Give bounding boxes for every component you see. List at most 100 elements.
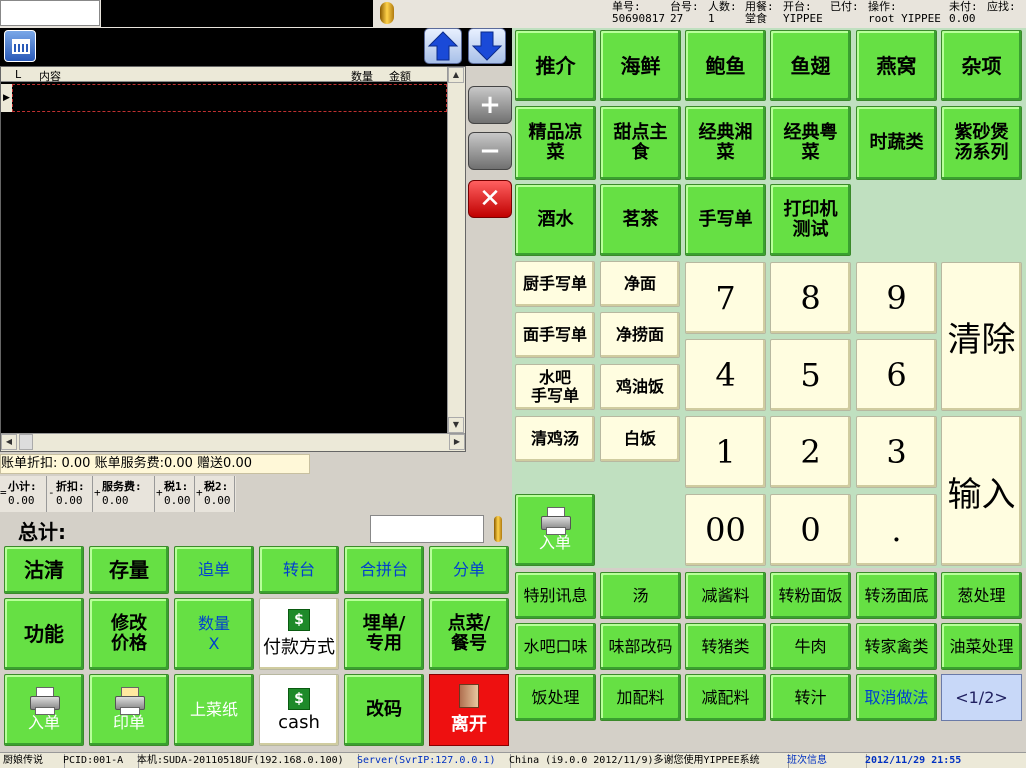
category-button[interactable]: 经典湘菜 xyxy=(685,106,766,180)
scroll-up-arrow-icon[interactable]: ▲ xyxy=(448,67,464,83)
category-button[interactable]: 鲍鱼 xyxy=(685,30,766,101)
print-order-label: 入单 xyxy=(538,533,571,552)
keypad-dot[interactable]: . xyxy=(856,494,937,566)
delete-button[interactable]: ✕ xyxy=(468,180,512,218)
category-button[interactable]: 海鲜 xyxy=(600,30,681,101)
modifier-button[interactable]: 特别讯息 xyxy=(515,572,596,619)
split-bill-button[interactable]: 分单 xyxy=(429,546,509,594)
quick-item-button[interactable]: 净捞面 xyxy=(600,312,680,358)
cash-button[interactable]: $ cash xyxy=(259,674,339,746)
modifier-button[interactable]: 饭处理 xyxy=(515,674,596,721)
discount-box: - 折扣: 0.00 xyxy=(48,476,93,512)
scroll-right-arrow-icon[interactable]: ▶ xyxy=(449,434,465,450)
keypad-5[interactable]: 5 xyxy=(770,339,851,411)
modifier-button[interactable]: 转粉面饭 xyxy=(770,572,851,619)
modifier-button[interactable]: 加配料 xyxy=(600,674,681,721)
transfer-table-button[interactable]: 转台 xyxy=(259,546,339,594)
modifier-button[interactable]: 转汁 xyxy=(770,674,851,721)
quick-item-button[interactable]: 鸡油饭 xyxy=(600,364,680,410)
modifier-button[interactable]: 油菜处理 xyxy=(941,623,1022,670)
keypad-2[interactable]: 2 xyxy=(770,416,851,488)
add-order-button[interactable]: 追单 xyxy=(174,546,254,594)
payment-method-button[interactable]: $ 付款方式 xyxy=(259,598,339,670)
keypad-8[interactable]: 8 xyxy=(770,262,851,334)
leave-button[interactable]: 离开 xyxy=(429,674,509,746)
merge-table-button[interactable]: 合拼台 xyxy=(344,546,424,594)
category-button[interactable]: 杂项 xyxy=(941,30,1022,101)
category-button[interactable]: 燕窝 xyxy=(856,30,937,101)
order-meal-button[interactable]: 点菜/餐号 xyxy=(429,598,509,670)
print-in-button[interactable]: 入单 xyxy=(4,674,84,746)
modifier-button[interactable]: 葱处理 xyxy=(941,572,1022,619)
enter-button[interactable]: 输入 xyxy=(941,416,1022,566)
bury-bill-button[interactable]: 埋单/专用 xyxy=(344,598,424,670)
category-button[interactable]: 推介 xyxy=(515,30,596,101)
table-value: 27 xyxy=(670,12,684,25)
clear-item-button[interactable]: 沽清 xyxy=(4,546,84,594)
quick-item-button[interactable]: 白饭 xyxy=(600,416,680,462)
table-row[interactable] xyxy=(12,84,447,112)
order-items-grid[interactable] xyxy=(0,66,466,452)
scroll-down-button[interactable] xyxy=(468,28,506,64)
modifier-button[interactable]: 水吧口味 xyxy=(515,623,596,670)
order-no-value: 50690817 xyxy=(612,12,665,25)
quick-item-button[interactable]: 厨手写单 xyxy=(515,261,595,307)
scroll-up-button[interactable] xyxy=(424,28,462,64)
minus-button[interactable]: − xyxy=(468,132,512,170)
keypad-4[interactable]: 4 xyxy=(685,339,766,411)
modifier-button[interactable]: 牛肉 xyxy=(770,623,851,670)
category-button[interactable]: 手写单 xyxy=(685,184,766,256)
category-button[interactable]: 甜点主食 xyxy=(600,106,681,180)
quick-item-button[interactable]: 面手写单 xyxy=(515,312,595,358)
status-bar: 厨娘传说 PCID:001-A 本机:SUDA-20110518UF(192.1… xyxy=(0,752,1026,768)
serve-paper-button[interactable]: 上菜纸 xyxy=(174,674,254,746)
cancel-modifier-button[interactable]: 取消做法 xyxy=(856,674,937,721)
category-button[interactable]: 时蔬类 xyxy=(856,106,937,180)
quick-item-button[interactable]: 水吧 手写单 xyxy=(515,364,595,410)
modifier-button[interactable]: 减酱料 xyxy=(685,572,766,619)
category-button[interactable]: 经典粤菜 xyxy=(770,106,851,180)
keypad-9[interactable]: 9 xyxy=(856,262,937,334)
modifier-button[interactable]: 汤 xyxy=(600,572,681,619)
modifier-button[interactable]: 减配料 xyxy=(685,674,766,721)
plus-button[interactable]: + xyxy=(468,86,512,124)
service-label: 服务费: xyxy=(102,480,142,493)
category-button[interactable]: 茗茶 xyxy=(600,184,681,256)
function-button[interactable]: 功能 xyxy=(4,598,84,670)
modifier-button[interactable]: 味部改码 xyxy=(600,623,681,670)
top-input-box[interactable] xyxy=(0,0,100,26)
unpaid-value: 0.00 xyxy=(949,12,976,25)
quantity-button[interactable]: 数量X xyxy=(174,598,254,670)
print-bill-button[interactable]: 印单 xyxy=(89,674,169,746)
modify-price-button[interactable]: 修改价格 xyxy=(89,598,169,670)
keypad-00[interactable]: 00 xyxy=(685,494,766,566)
status-pcid: PCID:001-A xyxy=(60,754,139,768)
quick-item-button[interactable]: 净面 xyxy=(600,261,680,307)
category-button[interactable]: 鱼翅 xyxy=(770,30,851,101)
category-button[interactable]: 精品凉菜 xyxy=(515,106,596,180)
keypad-3[interactable]: 3 xyxy=(856,416,937,488)
category-button[interactable]: 紫砂煲汤系列 xyxy=(941,106,1022,180)
category-button[interactable]: 酒水 xyxy=(515,184,596,256)
page-switch-button[interactable]: <1/2> xyxy=(941,674,1022,721)
quick-item-button[interactable]: 清鸡汤 xyxy=(515,416,595,462)
keypad-6[interactable]: 6 xyxy=(856,339,937,411)
scroll-down-arrow-icon[interactable]: ▼ xyxy=(448,417,464,433)
scroll-thumb[interactable] xyxy=(19,434,33,450)
change-code-button[interactable]: 改码 xyxy=(344,674,424,746)
clear-button[interactable]: 清除 xyxy=(941,262,1022,411)
modifier-button[interactable]: 转猪类 xyxy=(685,623,766,670)
modifier-button[interactable]: 转汤面底 xyxy=(856,572,937,619)
category-button[interactable]: 打印机测试 xyxy=(770,184,851,256)
print-order-button[interactable]: 入单 xyxy=(515,494,595,566)
keypad-0[interactable]: 0 xyxy=(770,494,851,566)
modifier-button[interactable]: 转家禽类 xyxy=(856,623,937,670)
scroll-left-arrow-icon[interactable]: ◀ xyxy=(1,434,17,450)
vertical-scrollbar[interactable]: ▲ ▼ xyxy=(447,67,465,433)
keypad-1[interactable]: 1 xyxy=(685,416,766,488)
horizontal-scrollbar[interactable]: ◀ ▶ xyxy=(1,433,465,451)
calendar-icon[interactable] xyxy=(4,30,36,62)
keypad-7[interactable]: 7 xyxy=(685,262,766,334)
status-shift[interactable]: 班次信息 xyxy=(784,754,867,768)
stock-button[interactable]: 存量 xyxy=(89,546,169,594)
